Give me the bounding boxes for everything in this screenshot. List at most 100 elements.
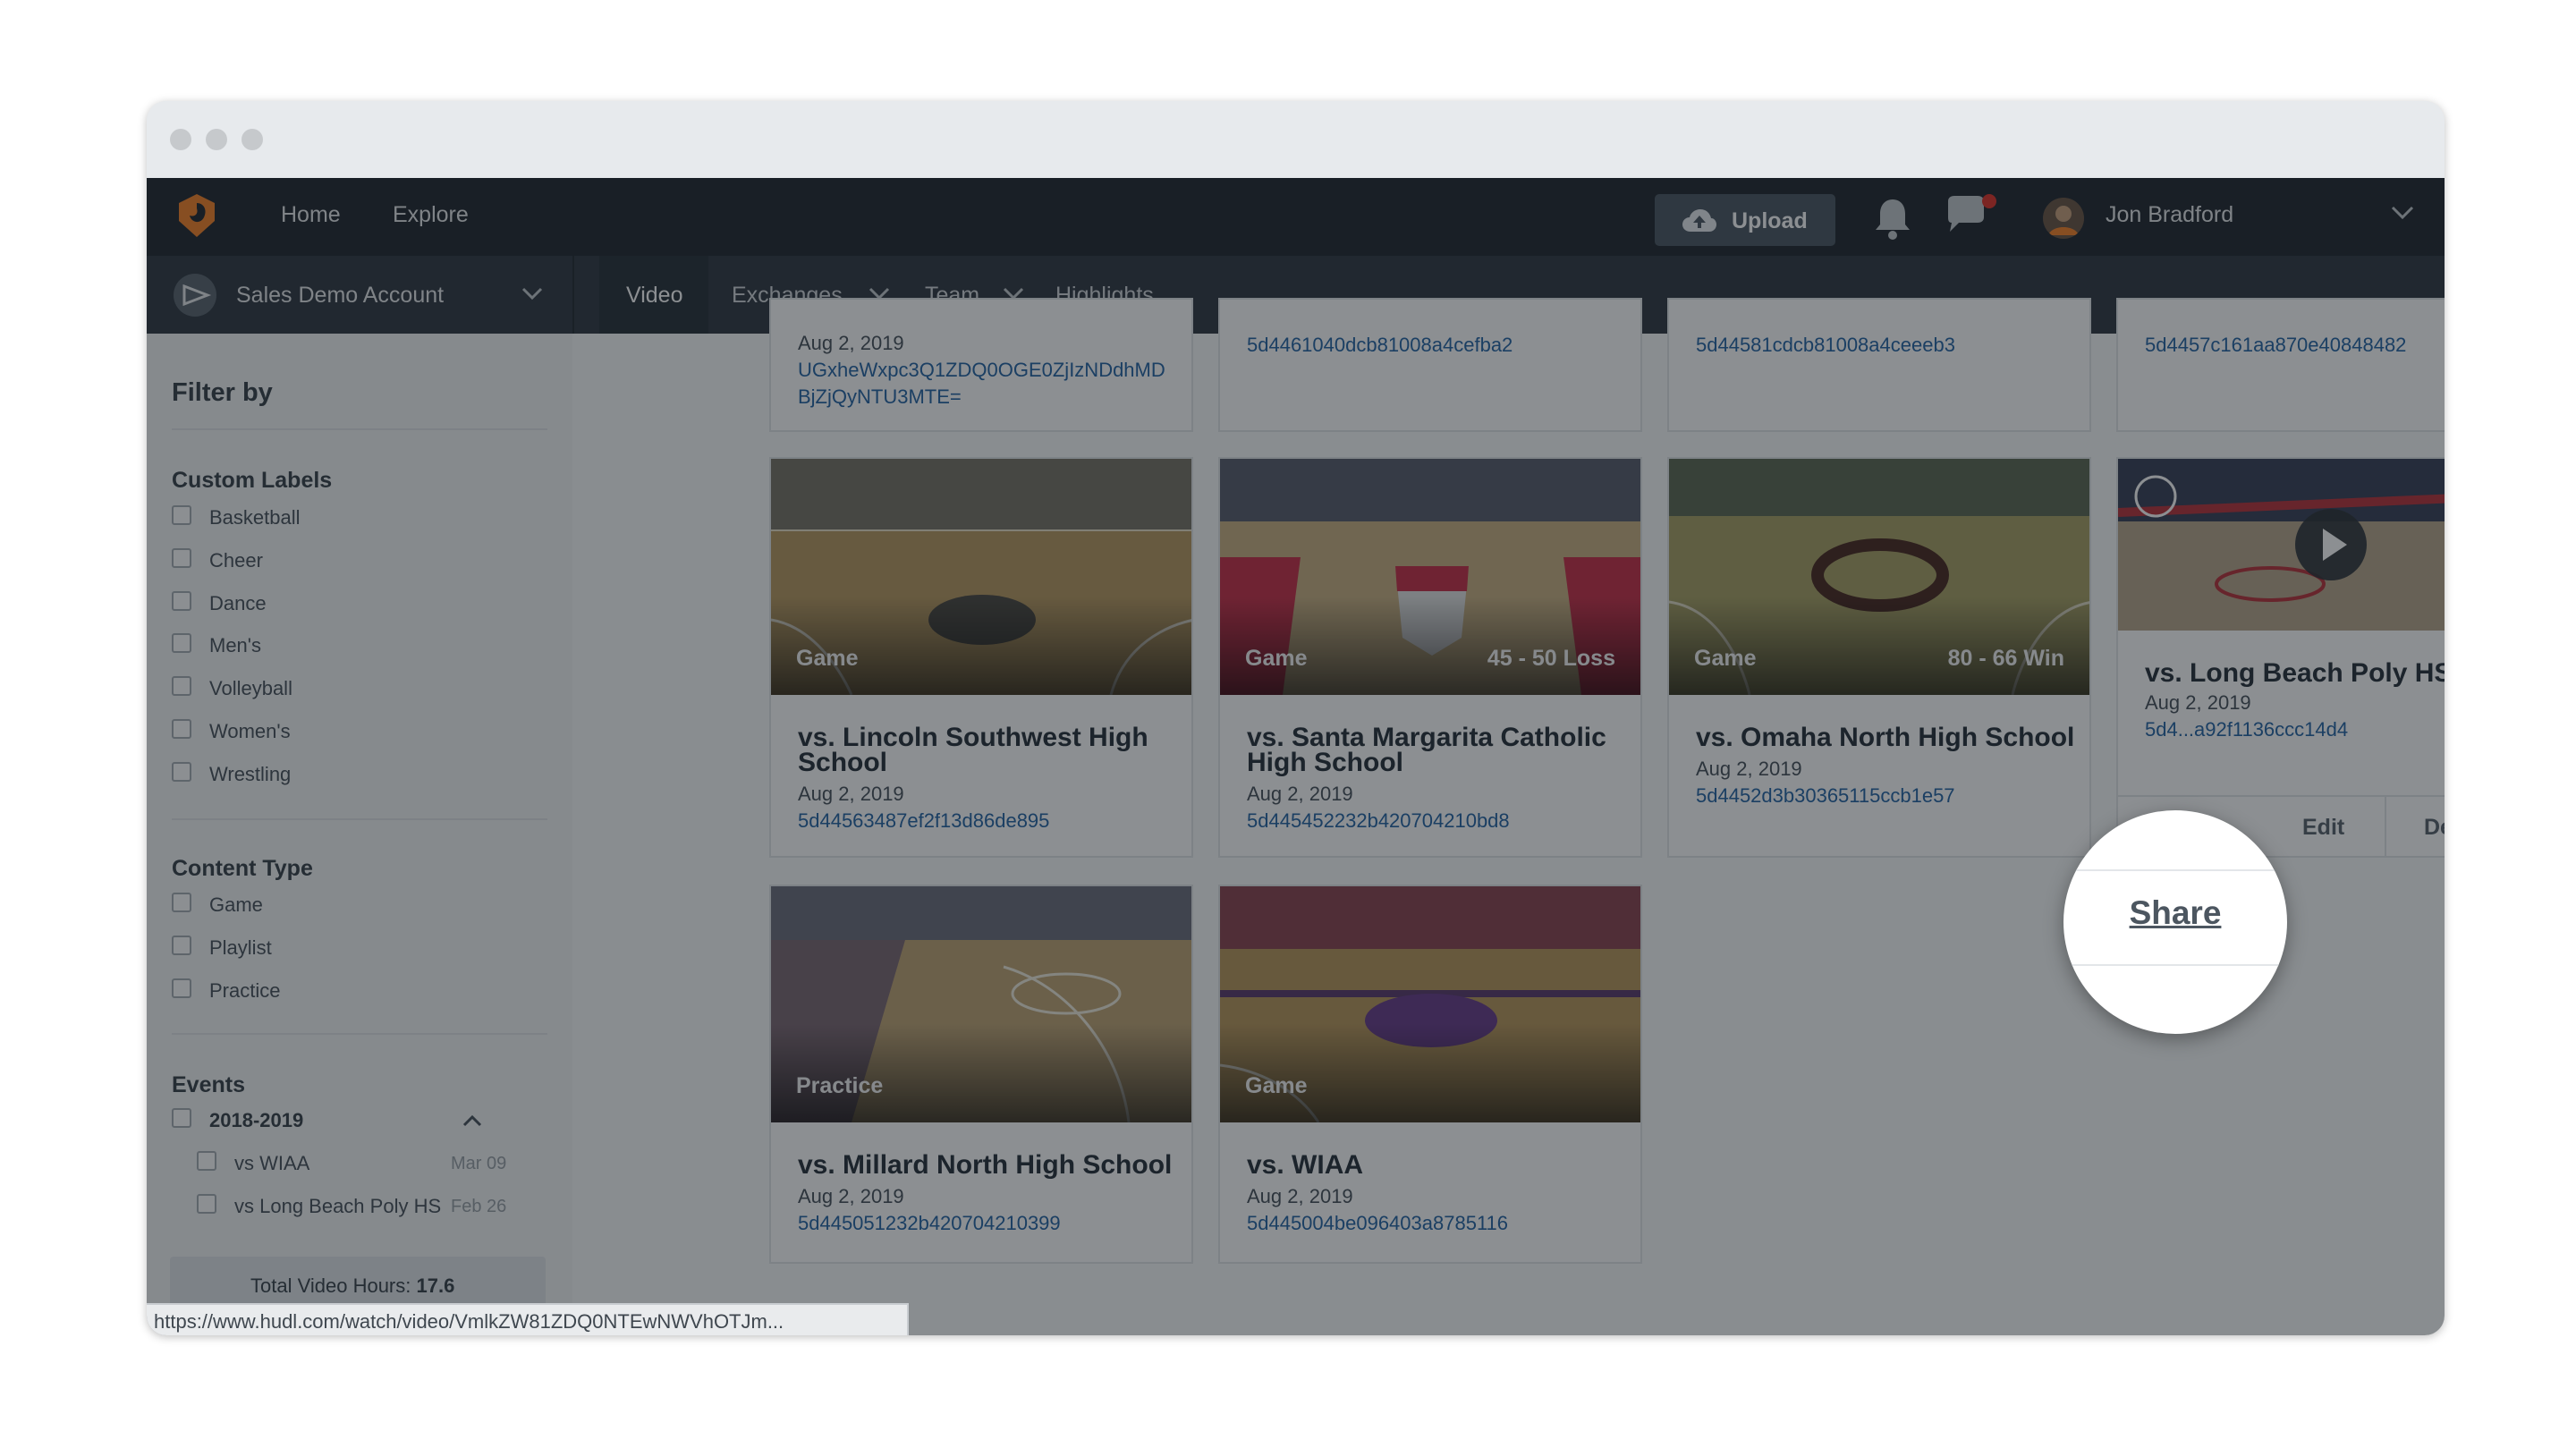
- card-id[interactable]: UGxheWxpc3Q1ZDQ0OGE0ZjIzNDdhMD: [798, 359, 1165, 382]
- video-card[interactable]: 5d44581cdcb81008a4ceeeb3: [1667, 298, 2091, 432]
- checkbox-wrestling[interactable]: [172, 762, 191, 782]
- card-action-divider: [2385, 795, 2386, 856]
- video-card[interactable]: 5d4457c161aa870e40848482: [2116, 298, 2445, 432]
- video-card[interactable]: 5d4461040dcb81008a4cefba2: [1218, 298, 1642, 432]
- card-title[interactable]: vs. Millard North High School: [798, 1152, 1172, 1179]
- label-game[interactable]: Game: [209, 893, 263, 917]
- user-name[interactable]: Jon Bradford: [2106, 202, 2233, 228]
- label-practice[interactable]: Practice: [209, 979, 280, 1003]
- sidebar-divider: [172, 818, 547, 820]
- video-card[interactable]: Game 45 - 50 Loss vs. Santa Margarita Ca…: [1218, 457, 1642, 858]
- label-playlist[interactable]: Playlist: [209, 936, 272, 960]
- video-thumbnail[interactable]: Game 80 - 66 Win: [1669, 459, 2089, 695]
- checkbox-season[interactable]: [172, 1108, 191, 1128]
- checkbox-game[interactable]: [172, 893, 191, 912]
- window-zoom-dot[interactable]: [242, 129, 263, 150]
- checkbox-cheer[interactable]: [172, 548, 191, 568]
- account-logo[interactable]: [174, 274, 216, 317]
- video-card[interactable]: Game vs. WIAA Aug 2, 2019 5d445004be0964…: [1218, 885, 1642, 1264]
- label-cheer[interactable]: Cheer: [209, 549, 263, 572]
- label-event-long-beach[interactable]: vs Long Beach Poly HS: [234, 1195, 441, 1218]
- cloud-upload-icon: [1682, 209, 1716, 232]
- details-button[interactable]: Details: [2424, 815, 2445, 841]
- video-card[interactable]: vs. Long Beach Poly HS Aug 2, 2019 5d4..…: [2116, 457, 2445, 858]
- season-chevron-up-icon[interactable]: [462, 1113, 483, 1128]
- video-thumbnail[interactable]: [2118, 459, 2445, 631]
- card-id[interactable]: BjZjQyNTU3MTE=: [798, 385, 962, 409]
- card-title[interactable]: vs. Long Beach Poly HS: [2145, 660, 2445, 687]
- video-card[interactable]: Game vs. Lincoln Southwest High School A…: [769, 457, 1193, 858]
- checkbox-womens[interactable]: [172, 719, 191, 739]
- card-title[interactable]: vs. Lincoln Southwest High: [798, 724, 1148, 751]
- card-date: Aug 2, 2019: [798, 1185, 904, 1207]
- account-name[interactable]: Sales Demo Account: [236, 283, 444, 309]
- notification-dot: [1982, 194, 1996, 208]
- label-event-wiaa[interactable]: vs WIAA: [234, 1152, 309, 1175]
- card-id[interactable]: 5d44581cdcb81008a4ceeeb3: [1696, 334, 1955, 357]
- share-spotlight: Share: [2063, 810, 2287, 1034]
- video-card[interactable]: Practice vs. Millard North High School A…: [769, 885, 1193, 1264]
- events-title: Events: [172, 1072, 245, 1097]
- checkbox-mens[interactable]: [172, 633, 191, 653]
- window-minimize-dot[interactable]: [206, 129, 227, 150]
- upload-button[interactable]: Upload: [1655, 194, 1835, 246]
- account-chevron-down-icon[interactable]: [521, 286, 544, 301]
- card-title[interactable]: High School: [1247, 749, 1403, 776]
- nav-explore-link[interactable]: Explore: [393, 202, 469, 228]
- avatar[interactable]: [2043, 198, 2084, 239]
- checkbox-playlist[interactable]: [172, 936, 191, 955]
- bell-icon[interactable]: [1873, 196, 1912, 241]
- label-season[interactable]: 2018-2019: [209, 1109, 303, 1132]
- sidebar-divider: [172, 1033, 547, 1035]
- spotlight-divider: [2063, 964, 2287, 966]
- card-title[interactable]: School: [798, 749, 887, 776]
- share-button[interactable]: Share: [2063, 894, 2287, 932]
- video-card[interactable]: Game 80 - 66 Win vs. Omaha North High Sc…: [1667, 457, 2091, 858]
- card-id[interactable]: 5d4...a92f1136ccc14d4: [2145, 718, 2348, 741]
- video-thumbnail[interactable]: Game 45 - 50 Loss: [1220, 459, 1640, 695]
- card-id[interactable]: 5d445004be096403a8785116: [1247, 1212, 1508, 1235]
- video-card[interactable]: Aug 2, 2019 UGxheWxpc3Q1ZDQ0OGE0ZjIzNDdh…: [769, 298, 1193, 432]
- video-thumbnail[interactable]: Game: [1220, 886, 1640, 1122]
- play-icon[interactable]: [2295, 509, 2367, 580]
- label-basketball[interactable]: Basketball: [209, 506, 301, 529]
- top-nav: Home Explore Upload Jon Bradford: [147, 178, 2445, 256]
- card-id[interactable]: 5d4457c161aa870e40848482: [2145, 334, 2406, 357]
- user-menu-chevron-icon[interactable]: [2390, 205, 2415, 221]
- nav-home-link[interactable]: Home: [281, 202, 341, 228]
- sidebar-divider: [172, 428, 547, 430]
- card-title[interactable]: vs. WIAA: [1247, 1152, 1363, 1179]
- total-label: Total Video Hours:: [250, 1274, 411, 1297]
- checkbox-basketball[interactable]: [172, 505, 191, 525]
- card-id[interactable]: 5d44563487ef2f13d86de895: [798, 809, 1049, 833]
- browser-titlebar: [147, 101, 2445, 178]
- spotlight-divider: [2063, 869, 2287, 871]
- card-id[interactable]: 5d445051232b420704210399: [798, 1212, 1061, 1235]
- card-id[interactable]: 5d4452d3b30365115ccb1e57: [1696, 784, 1955, 808]
- card-title[interactable]: vs. Santa Margarita Catholic: [1247, 724, 1606, 751]
- filter-sidebar: Filter by Custom Labels Basketball Cheer…: [147, 334, 572, 1335]
- checkbox-practice[interactable]: [172, 978, 191, 998]
- subnav-divider: [572, 256, 574, 334]
- edit-button[interactable]: Edit: [2302, 815, 2344, 841]
- pennant-icon: [182, 284, 212, 307]
- window-close-dot[interactable]: [170, 129, 191, 150]
- tab-video[interactable]: Video: [599, 256, 708, 334]
- label-mens[interactable]: Men's: [209, 634, 261, 657]
- hudl-logo-icon[interactable]: [172, 191, 222, 241]
- card-title[interactable]: vs. Omaha North High School: [1696, 724, 2074, 751]
- card-date: Aug 2, 2019: [798, 783, 904, 805]
- label-dance[interactable]: Dance: [209, 592, 267, 615]
- label-womens[interactable]: Women's: [209, 720, 291, 743]
- label-volleyball[interactable]: Volleyball: [209, 677, 292, 700]
- card-id[interactable]: 5d4461040dcb81008a4cefba2: [1247, 334, 1513, 357]
- card-id[interactable]: 5d445452232b420704210bd8: [1247, 809, 1510, 833]
- label-wrestling[interactable]: Wrestling: [209, 763, 291, 786]
- checkbox-event-long-beach[interactable]: [197, 1194, 216, 1214]
- upload-label: Upload: [1732, 208, 1808, 233]
- checkbox-dance[interactable]: [172, 591, 191, 611]
- checkbox-event-wiaa[interactable]: [197, 1151, 216, 1171]
- checkbox-volleyball[interactable]: [172, 676, 191, 696]
- video-thumbnail[interactable]: Game: [771, 459, 1191, 695]
- video-thumbnail[interactable]: Practice: [771, 886, 1191, 1122]
